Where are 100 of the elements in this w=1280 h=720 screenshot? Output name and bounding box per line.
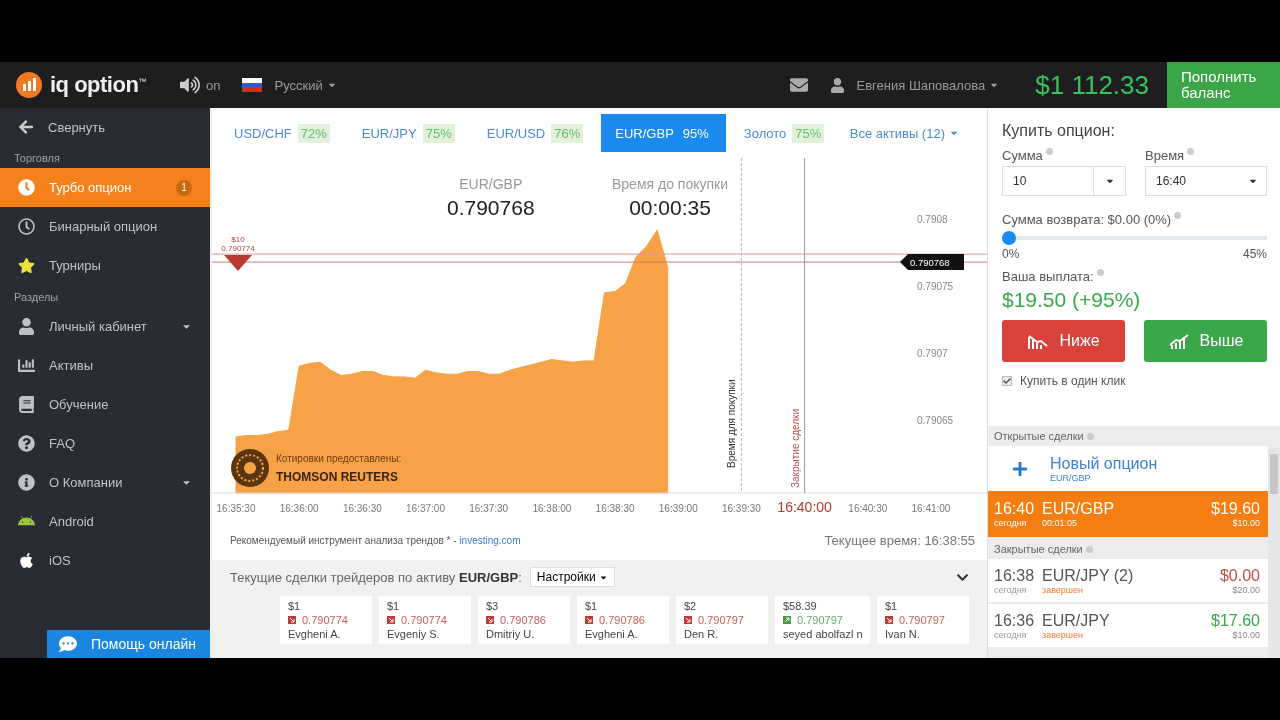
payout-percent: 95%: [681, 124, 710, 143]
plus-icon: [1012, 460, 1028, 477]
trader-name: Evgheni A.: [585, 628, 639, 640]
asset-tab[interactable]: EUR/JPY 75%: [347, 114, 469, 152]
x-axis-label: 16:39:30: [721, 503, 761, 514]
payout-label: Ваша выплата:: [1002, 269, 1094, 284]
countdown-label: Время до покупки: [612, 176, 729, 192]
deal-price: 0.790774: [387, 614, 463, 626]
deal-asset: EUR/JPY (2): [1042, 566, 1134, 585]
sidebar-item[interactable]: Турбо опцион 1: [0, 168, 210, 207]
scrollbar[interactable]: [1268, 448, 1280, 658]
sidebar-item[interactable]: Активы: [0, 346, 210, 385]
sidebar-item[interactable]: Android: [0, 502, 210, 541]
info-icon: [18, 474, 35, 491]
sidebar-item[interactable]: Обучение: [0, 385, 210, 424]
recommendation-text: Рекомендуемый инструмент анализа трендов * - investing.com: [230, 534, 521, 546]
new-option-button[interactable]: Новый опцион EUR/GBP: [988, 446, 1268, 491]
deal-day: сегодня: [994, 518, 1027, 528]
asset-tab[interactable]: USD/CHF 72%: [220, 114, 344, 152]
sidebar-item[interactable]: О Компании: [0, 463, 210, 502]
collapse-link[interactable]: Свернуть: [48, 119, 105, 135]
user-menu[interactable]: Евгения Шаповалова: [850, 76, 1006, 94]
higher-button[interactable]: Выше: [1144, 320, 1267, 362]
list-title: Открытые сделки: [994, 430, 1084, 442]
arrow-left-icon[interactable]: [18, 119, 34, 135]
closed-deal-row[interactable]: 16:36 сегодня EUR/JPY завершен $17.60 $10.00: [988, 604, 1268, 647]
investing-link[interactable]: investing.com: [459, 534, 521, 546]
deal-amount: $1: [885, 600, 899, 612]
sidebar-label: Бинарный опцион: [49, 219, 158, 234]
deal-time: 16:40: [994, 500, 1035, 518]
deal-price: 0.790786: [585, 614, 661, 626]
mail-icon[interactable]: [789, 76, 808, 94]
sidebar-item[interactable]: FAQ: [0, 424, 210, 463]
x-axis-label: 16:37:30: [469, 503, 509, 514]
all-assets-dropdown[interactable]: Все активы (12): [843, 124, 965, 142]
sound-status: on: [206, 77, 221, 93]
lower-button[interactable]: Ниже: [1002, 320, 1125, 362]
settings-dropdown[interactable]: Настройки: [529, 567, 615, 587]
list-title: Закрытые сделки: [994, 543, 1083, 555]
deal-amount: $1: [288, 600, 302, 612]
book-icon: [18, 396, 35, 413]
trader-name: Evgheni A.: [288, 628, 342, 640]
sidebar-item[interactable]: iOS: [0, 541, 210, 580]
clock-icon: [18, 179, 35, 196]
deal-amount: $3: [486, 600, 500, 612]
info-icon: [1086, 432, 1094, 440]
chat-icon: [59, 635, 77, 653]
deal-time: 16:36: [994, 611, 1035, 630]
deposit-button[interactable]: Пополнить баланс: [1167, 62, 1280, 108]
checkbox[interactable]: [1002, 376, 1012, 386]
deal-stake: $10.00: [1232, 629, 1260, 640]
deal-stake: $10.00: [1232, 518, 1260, 528]
sidebar-item[interactable]: Личный кабинет: [0, 307, 210, 346]
x-axis-label: 16:36:30: [342, 503, 382, 514]
help-chat-button[interactable]: Помощь онлайн: [47, 630, 210, 658]
x-axis-label: 16:39:00: [658, 503, 698, 514]
section-title: Торговля: [13, 151, 61, 166]
time-select[interactable]: 16:40: [1145, 166, 1267, 196]
down-triangle-marker: [224, 255, 252, 272]
x-axis-label: 16:35:30: [216, 503, 256, 514]
payout-percent: 72%: [297, 123, 330, 143]
countdown-timer: 00:00:35: [629, 196, 711, 220]
apple-icon: [18, 552, 35, 569]
info-icon: [1187, 148, 1195, 155]
deal-status: завершен: [1042, 584, 1084, 595]
panel-title: Купить опцион:: [1002, 122, 1116, 140]
asset-tab[interactable]: EUR/USD 76%: [472, 114, 598, 152]
x-axis-label: 16:40:30: [848, 503, 888, 514]
section-title: Разделы: [13, 290, 60, 305]
asset-tab[interactable]: Золото 75%: [729, 114, 839, 152]
x-axis-label: 16:36:00: [279, 503, 319, 514]
deal-day: сегодня: [994, 584, 1027, 595]
asset-price: 0.790768: [447, 196, 535, 220]
language-selector[interactable]: Русский: [268, 76, 343, 94]
sidebar-item[interactable]: Турниры: [0, 246, 210, 285]
asset-tab[interactable]: EUR/GBP 95%: [601, 114, 726, 152]
deal-day: сегодня: [994, 629, 1027, 640]
slider-thumb[interactable]: [1002, 231, 1016, 245]
asset-name: EUR/GBP: [459, 176, 523, 192]
user-icon: [829, 77, 845, 93]
slider-max-label: 45%: [1242, 247, 1267, 261]
info-icon: [1174, 212, 1182, 219]
trader-name: Den R.: [684, 628, 720, 640]
sidebar-item[interactable]: Бинарный опцион: [0, 207, 210, 246]
info-icon: [1045, 148, 1053, 155]
speaker-icon[interactable]: [180, 75, 200, 95]
deal-timer: 00:01:05: [1042, 518, 1078, 528]
slider-min-label: 0%: [1002, 247, 1020, 261]
payout-percent: 75%: [792, 123, 825, 143]
current-time: Текущее время: 16:38:55: [824, 532, 975, 548]
y-axis-label: 0.79075: [917, 281, 954, 293]
sidebar-label: Турниры: [49, 258, 101, 273]
sidebar-label: Android: [49, 514, 94, 529]
x-axis-label: 16:41:00: [911, 503, 951, 514]
bar-chart-icon: [18, 357, 35, 374]
trader-name: Dmitriy U.: [486, 628, 536, 640]
amount-input[interactable]: 10: [1002, 166, 1094, 196]
user-icon: [18, 318, 35, 335]
sidebar-label: iOS: [49, 553, 71, 568]
closed-deal-row[interactable]: 16:38 сегодня EUR/JPY (2) завершен $0.00 $20.00: [988, 559, 1268, 602]
